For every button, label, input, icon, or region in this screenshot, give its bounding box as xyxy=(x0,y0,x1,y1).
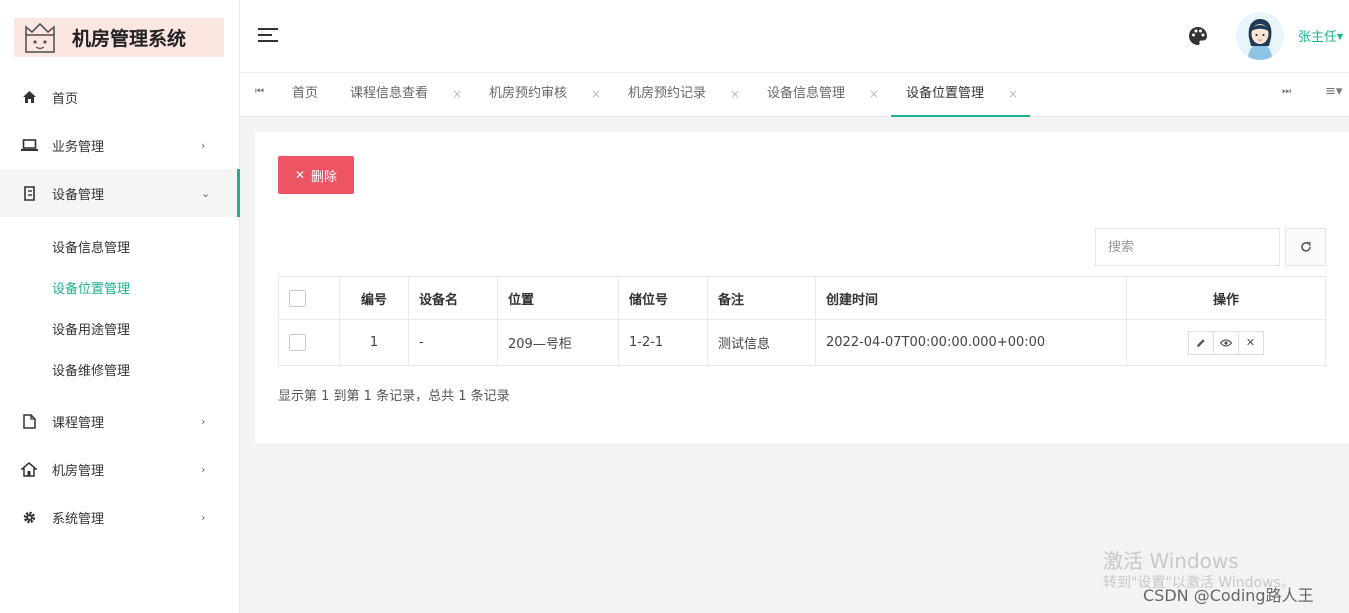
content-panel: ✕ 删除 编号 设备名 位置 储位号 备注 创建时间 操作 1 - 209—号柜 xyxy=(255,132,1349,443)
sidebar-item-room[interactable]: 机房管理 › xyxy=(0,445,240,493)
cell-name: - xyxy=(408,319,498,366)
col-header[interactable]: 创建时间 xyxy=(815,276,1127,320)
cell-slot: 1-2-1 xyxy=(618,319,708,366)
refresh-button[interactable] xyxy=(1285,228,1326,266)
sidebar-sub-device-info[interactable]: 设备信息管理 xyxy=(52,237,130,256)
delete-row-button[interactable]: ✕ xyxy=(1237,330,1264,355)
row-select-cell xyxy=(278,319,340,366)
sidebar-item-system[interactable]: 系统管理 › xyxy=(0,493,240,541)
sidebar-item-label: 系统管理 xyxy=(52,511,105,527)
sidebar-item-home[interactable]: 首页 xyxy=(0,73,240,121)
col-header[interactable]: 设备名 xyxy=(408,276,498,320)
table-row[interactable]: 1 - 209—号柜 1-2-1 测试信息 2022-04-07T00:00:0… xyxy=(278,319,1326,366)
chevron-right-icon: › xyxy=(201,138,206,152)
tab-label: 机房预约审核 xyxy=(489,86,568,101)
cell-remark: 测试信息 xyxy=(707,319,816,366)
sidebar-item-course[interactable]: 课程管理 › xyxy=(0,397,240,445)
select-all-checkbox[interactable] xyxy=(289,289,306,307)
row-checkbox[interactable] xyxy=(289,334,306,351)
device-icon xyxy=(20,184,38,202)
menu-toggle-icon[interactable] xyxy=(258,28,278,43)
pagination-info: 显示第 1 到第 1 条记录，总共 1 条记录 xyxy=(278,389,510,404)
view-button[interactable] xyxy=(1212,330,1239,355)
username: 张主任 xyxy=(1298,30,1338,45)
activation-watermark-title: 激活 Windows xyxy=(1103,549,1239,573)
refresh-icon xyxy=(1300,241,1311,252)
tab-close-icon[interactable]: × xyxy=(869,73,879,115)
chevron-right-icon: › xyxy=(201,414,206,428)
sidebar-item-device[interactable]: 设备管理 ⌄ xyxy=(0,169,240,217)
tab-room-record[interactable]: 机房预约记录 × xyxy=(628,73,740,117)
close-icon: ✕ xyxy=(1245,336,1256,349)
cell-location: 209—号柜 xyxy=(497,319,619,366)
eye-icon xyxy=(1219,338,1232,347)
table-header-row: 编号 设备名 位置 储位号 备注 创建时间 操作 xyxy=(278,276,1326,320)
sidebar-item-label: 机房管理 xyxy=(52,463,105,479)
cell-created: 2022-04-07T00:00:00.000+00:00 xyxy=(815,319,1127,366)
sidebar-item-business[interactable]: 业务管理 › xyxy=(0,121,240,169)
col-header[interactable]: 位置 xyxy=(497,276,619,320)
tab-close-icon[interactable]: × xyxy=(730,73,740,115)
gear-icon xyxy=(20,508,38,526)
active-tab-indicator xyxy=(891,115,1030,117)
cell-actions: ✕ xyxy=(1126,319,1326,366)
tab-scroll-right-icon[interactable]: ⏭ xyxy=(1282,86,1291,97)
laptop-icon xyxy=(20,136,38,154)
file-icon xyxy=(20,412,38,430)
sidebar-item-label: 设备管理 xyxy=(52,187,105,203)
sidebar-item-label: 课程管理 xyxy=(52,415,105,431)
sidebar-sub-device-usage[interactable]: 设备用途管理 xyxy=(52,319,130,338)
avatar[interactable] xyxy=(1236,12,1284,60)
caret-down-icon: ▼ xyxy=(1337,32,1344,41)
tab-label: 首页 xyxy=(292,86,319,101)
logo-icon xyxy=(22,21,58,55)
palette-icon[interactable] xyxy=(1188,26,1208,50)
tab-home[interactable]: 首页 xyxy=(292,73,318,117)
pencil-icon xyxy=(1196,338,1205,347)
data-table: 编号 设备名 位置 储位号 备注 创建时间 操作 1 - 209—号柜 1-2-… xyxy=(278,276,1326,366)
edit-button[interactable] xyxy=(1187,330,1214,355)
col-header[interactable]: 备注 xyxy=(707,276,816,320)
tab-scroll-left-icon[interactable]: ⏮ xyxy=(255,86,264,97)
tab-label: 设备信息管理 xyxy=(767,86,846,101)
home-icon xyxy=(20,88,38,106)
credit-watermark: CSDN @Coding路人王 xyxy=(1143,586,1314,605)
tab-room-review[interactable]: 机房预约审核 × xyxy=(489,73,601,117)
sidebar-sub-device-location[interactable]: 设备位置管理 xyxy=(52,278,130,297)
app-logo[interactable]: 机房管理系统 xyxy=(14,18,224,57)
tab-device-location[interactable]: 设备位置管理 × xyxy=(906,73,1018,117)
tab-menu-icon[interactable]: ≡▾ xyxy=(1325,84,1342,99)
close-icon: ✕ xyxy=(294,168,306,182)
tab-label: 机房预约记录 xyxy=(628,86,707,101)
tab-bar: ⏮ 首页 课程信息查看 × 机房预约审核 × 机房预约记录 × 设备信息管理 ×… xyxy=(240,72,1349,117)
sidebar: 机房管理系统 首页 业务管理 › 设备管理 ⌄ 设备信息管理 设备位置管理 设备… xyxy=(0,0,240,613)
tab-course-info[interactable]: 课程信息查看 × xyxy=(350,73,462,117)
tab-label: 设备位置管理 xyxy=(906,86,985,101)
building-icon xyxy=(20,460,38,478)
user-menu[interactable]: 张主任▼ xyxy=(1298,26,1343,45)
top-header: 张主任▼ xyxy=(240,0,1349,72)
select-all-cell xyxy=(278,276,340,320)
app-title: 机房管理系统 xyxy=(72,28,187,50)
delete-button[interactable]: ✕ 删除 xyxy=(278,156,354,194)
sidebar-item-label: 首页 xyxy=(52,91,79,107)
chevron-down-icon: ⌄ xyxy=(201,186,211,200)
cell-id: 1 xyxy=(339,319,409,366)
tab-close-icon[interactable]: × xyxy=(1008,73,1018,115)
tab-close-icon[interactable]: × xyxy=(452,73,462,115)
col-header[interactable]: 储位号 xyxy=(618,276,708,320)
col-header: 操作 xyxy=(1126,276,1326,320)
chevron-right-icon: › xyxy=(201,510,206,524)
chevron-right-icon: › xyxy=(201,462,206,476)
search-input[interactable] xyxy=(1095,228,1280,266)
tab-device-info[interactable]: 设备信息管理 × xyxy=(767,73,879,117)
tab-close-icon[interactable]: × xyxy=(591,73,601,115)
sidebar-item-label: 业务管理 xyxy=(52,139,105,155)
delete-label: 删除 xyxy=(311,169,338,185)
col-header[interactable]: 编号 xyxy=(339,276,409,320)
sidebar-sub-device-repair[interactable]: 设备维修管理 xyxy=(52,360,130,379)
tab-label: 课程信息查看 xyxy=(350,86,429,101)
